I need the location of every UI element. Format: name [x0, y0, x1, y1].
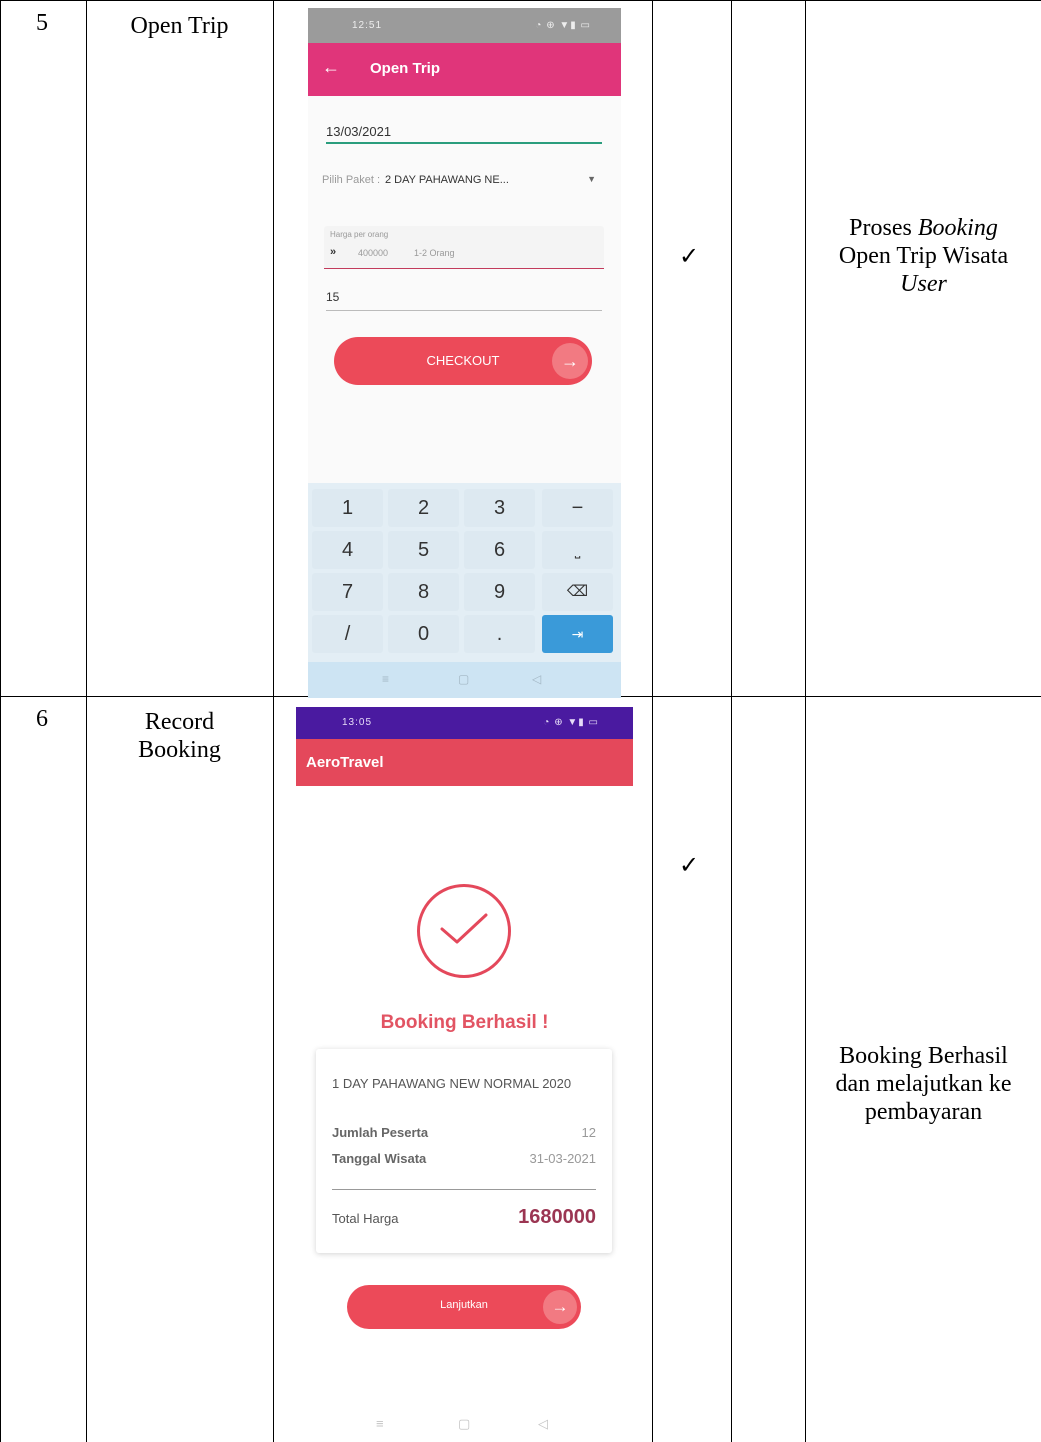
table-col-border: [273, 0, 274, 1442]
key[interactable]: /: [312, 615, 383, 653]
table-col-border: [731, 0, 732, 1442]
feature-line: Record: [144, 709, 215, 735]
arrow-right-icon: →: [543, 1290, 577, 1324]
jumlah-input[interactable]: 15: [326, 290, 602, 311]
result-text: Open Trip Wisata: [838, 243, 1009, 269]
success-check-icon: [417, 884, 511, 978]
next-key[interactable]: ⇥: [542, 615, 613, 653]
package-name: 1 DAY PAHAWANG NEW NORMAL 2020: [332, 1076, 572, 1091]
key[interactable]: 5: [388, 531, 459, 569]
pass-checkmark: ✓: [679, 242, 700, 270]
feature-name: Record Booking: [86, 708, 273, 764]
jumlah-label: Jumlah Peserta: [332, 1125, 429, 1140]
status-time: 12:51: [352, 20, 383, 31]
status-icons: ◔ ⊕ ▼▮ ▭: [543, 717, 599, 728]
harga-caption: Harga per orang: [330, 230, 389, 239]
space-key[interactable]: ⎵: [542, 531, 613, 569]
key[interactable]: −: [542, 489, 613, 527]
booking-summary-card: 1 DAY PAHAWANG NEW NORMAL 2020 Jumlah Pe…: [316, 1049, 612, 1253]
result-line: Booking Berhasil: [839, 1043, 1008, 1069]
result-line: pembayaran: [864, 1099, 983, 1125]
app-title: Open Trip: [370, 60, 441, 77]
checkout-button[interactable]: CHECKOUT →: [334, 337, 592, 385]
status-bar: 13:05 ◔ ⊕ ▼▮ ▭: [296, 707, 633, 739]
key[interactable]: 6: [464, 531, 535, 569]
result-text: Proses: [849, 215, 918, 241]
back-icon[interactable]: ◁: [532, 672, 541, 686]
harga-field: Harga per orang » 400000 1-2 Orang: [324, 226, 604, 269]
back-icon[interactable]: ◁: [538, 1416, 548, 1432]
arrow-right-icon: →: [552, 343, 588, 379]
app-bar: AeroTravel: [296, 739, 633, 786]
numeric-keyboard: 1 2 3 − 4 5 6 ⎵ 7 8 9 ⌫ / 0 . ⇥ ≡ ▢ ◁: [308, 483, 621, 698]
table-top-border: [0, 0, 1041, 1]
app-title: AeroTravel: [306, 754, 384, 771]
result-line: dan melajutkan ke: [835, 1071, 1012, 1097]
menu-icon[interactable]: ≡: [376, 1416, 384, 1431]
total-value: 1680000: [518, 1206, 596, 1228]
total-row: Total Harga 1680000: [332, 1206, 596, 1228]
divider: [332, 1189, 596, 1190]
key[interactable]: 3: [464, 489, 535, 527]
booking-success-screenshot: 13:05 ◔ ⊕ ▼▮ ▭ AeroTravel Booking Berhas…: [296, 707, 633, 1442]
home-icon[interactable]: ▢: [458, 1416, 470, 1432]
system-nav-bar: ≡ ▢ ◁: [296, 1412, 633, 1436]
key[interactable]: .: [464, 615, 535, 653]
double-chevron-icon: »: [330, 246, 337, 258]
result-text-italic: User: [900, 271, 947, 297]
status-bar: 12:51 ◔ ⊕ ▼▮ ▭: [308, 8, 621, 43]
feature-line: Booking: [138, 737, 221, 763]
open-trip-screenshot: 12:51 ◔ ⊕ ▼▮ ▭ ← Open Trip 13/03/2021 Pi…: [308, 8, 621, 698]
key[interactable]: 2: [388, 489, 459, 527]
row-number: 5: [36, 10, 48, 36]
paket-select[interactable]: Pilih Paket : 2 DAY PAHAWANG NE... ▼: [322, 174, 604, 186]
back-arrow-icon[interactable]: ←: [322, 57, 340, 78]
menu-icon[interactable]: ≡: [382, 672, 389, 686]
key[interactable]: 7: [312, 573, 383, 611]
paket-label: Pilih Paket :: [322, 174, 381, 186]
table-col-border: [0, 0, 1, 1442]
feature-name: Open Trip: [130, 13, 229, 39]
result-description: Proses Booking Open Trip Wisata User: [806, 214, 1041, 298]
lanjutkan-button[interactable]: Lanjutkan →: [347, 1285, 581, 1329]
status-time: 13:05: [342, 717, 373, 728]
backspace-key[interactable]: ⌫: [542, 573, 613, 611]
app-bar: ← Open Trip: [308, 43, 621, 96]
table-col-border: [652, 0, 653, 1442]
total-label: Total Harga: [332, 1211, 399, 1226]
result-description: Booking Berhasil dan melajutkan ke pemba…: [806, 1042, 1041, 1126]
date-field[interactable]: 13/03/2021: [326, 118, 602, 144]
key[interactable]: 8: [388, 573, 459, 611]
key[interactable]: 4: [312, 531, 383, 569]
result-text-italic: Booking: [917, 215, 998, 241]
tanggal-label: Tanggal Wisata: [332, 1151, 427, 1166]
tanggal-value: 31-03-2021: [529, 1151, 597, 1166]
key[interactable]: 0: [388, 615, 459, 653]
tanggal-row: Tanggal Wisata 31-03-2021: [332, 1151, 596, 1166]
harga-value: 400000: [358, 248, 389, 258]
key[interactable]: 1: [312, 489, 383, 527]
dropdown-arrow-icon: ▼: [587, 174, 596, 184]
success-heading: Booking Berhasil !: [380, 1012, 549, 1033]
harga-orang: 1-2 Orang: [414, 248, 455, 258]
jumlah-value: 12: [581, 1125, 596, 1140]
system-nav-bar: ≡ ▢ ◁: [308, 662, 621, 698]
paket-value: 2 DAY PAHAWANG NE...: [385, 174, 509, 186]
jumlah-row: Jumlah Peserta 12: [332, 1125, 596, 1140]
status-icons: ◔ ⊕ ▼▮ ▭: [535, 20, 591, 31]
pass-checkmark: ✓: [679, 851, 700, 879]
row-number: 6: [36, 706, 48, 732]
key[interactable]: 9: [464, 573, 535, 611]
home-icon[interactable]: ▢: [458, 672, 469, 686]
